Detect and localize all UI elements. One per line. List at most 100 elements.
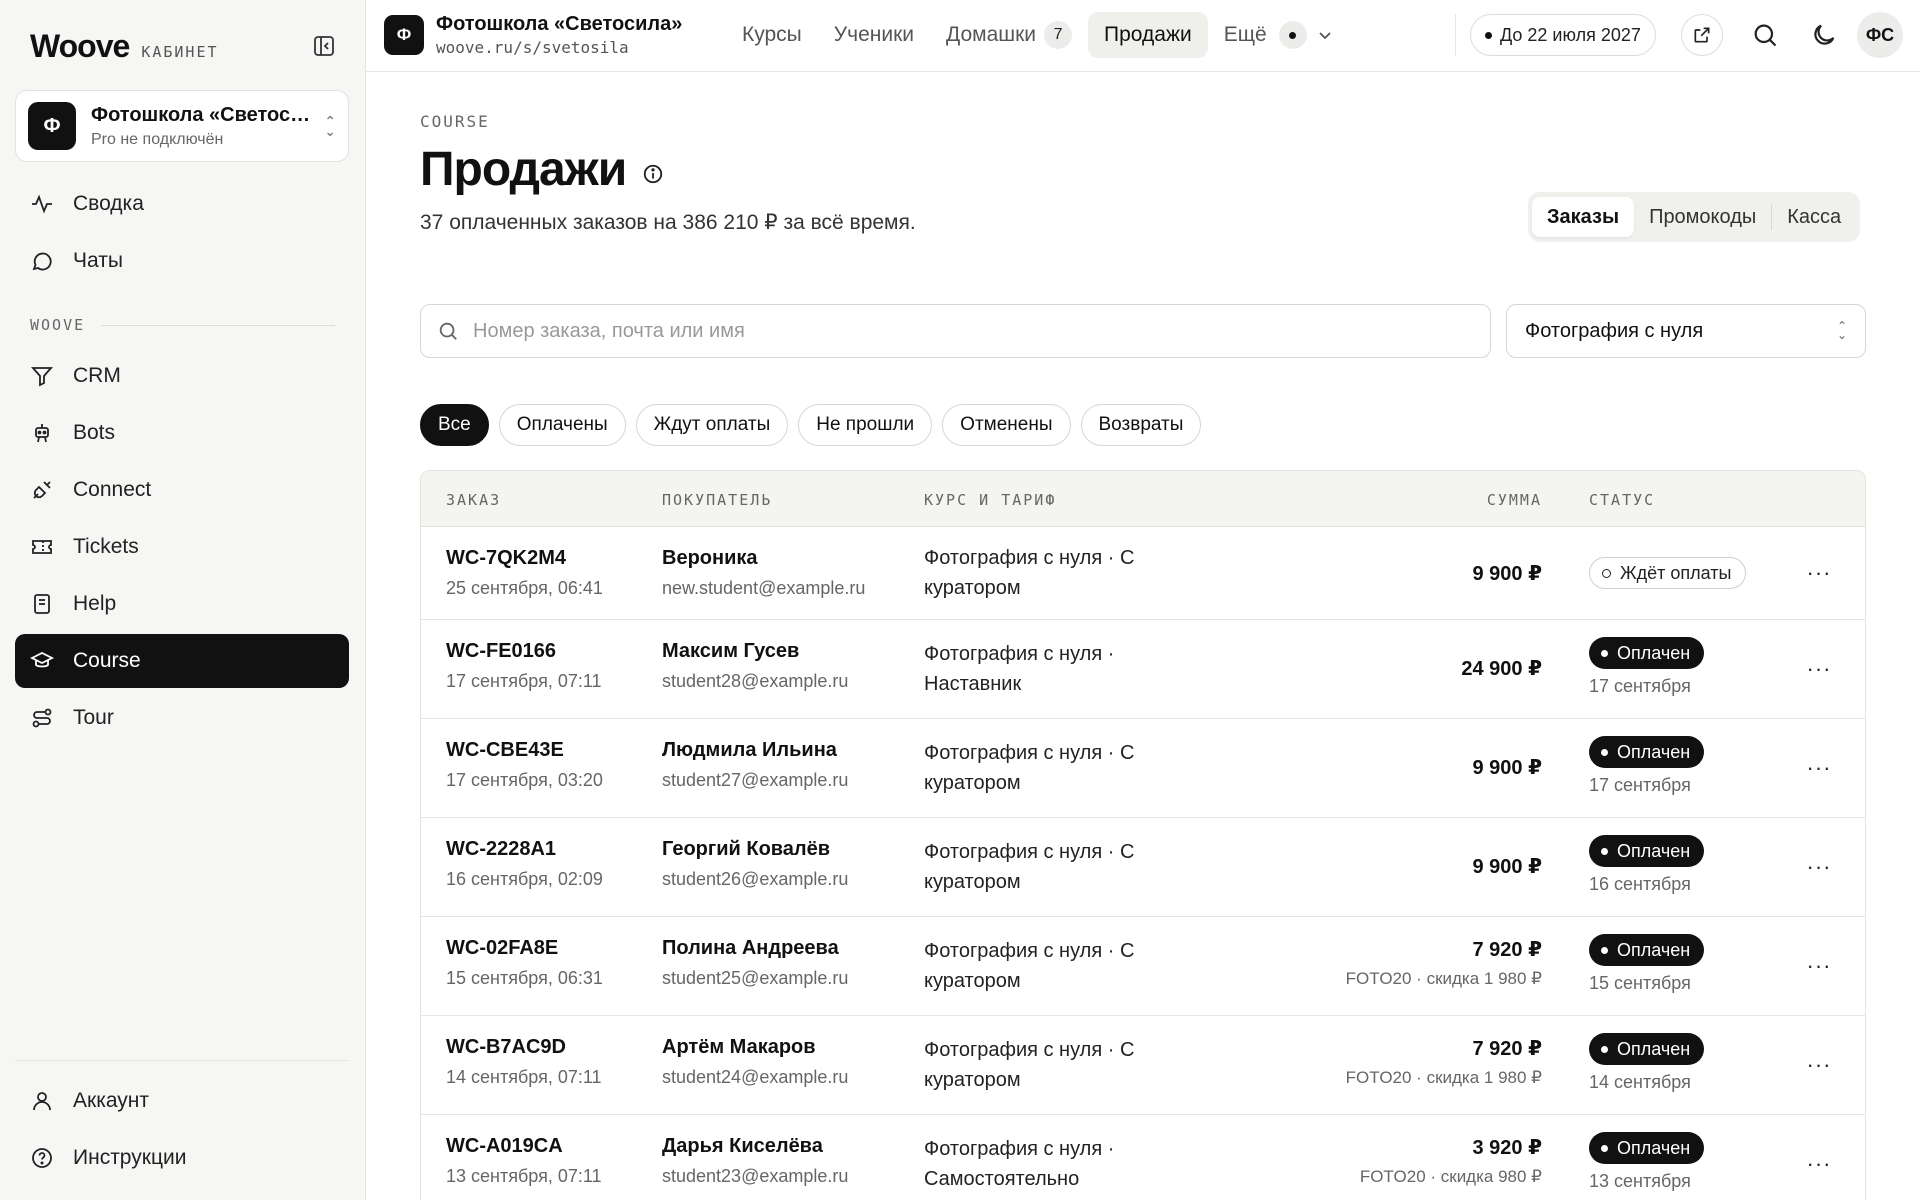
search-button[interactable] xyxy=(1751,21,1779,49)
top-nav-more[interactable]: Ещё xyxy=(1208,12,1349,58)
buyer-name: Людмила Ильина xyxy=(662,739,837,761)
chat-icon xyxy=(32,252,52,271)
table-row[interactable]: WC-2228A1 16 сентября, 02:09 Георгий Ков… xyxy=(421,818,1865,917)
sidebar-item-instructions[interactable]: Инструкции xyxy=(15,1131,349,1185)
promo-discount-note: FOTO20 · скидка 980 ₽ xyxy=(1359,1167,1542,1186)
theme-toggle-button[interactable] xyxy=(1810,21,1838,49)
help-circle-icon xyxy=(32,1148,52,1168)
tab-orders[interactable]: Заказы xyxy=(1532,197,1635,237)
order-date: 25 сентября, 06:41 xyxy=(446,578,603,598)
table-row[interactable]: WC-FE0166 17 сентября, 07:11 Максим Гусе… xyxy=(421,620,1865,719)
buyer-name: Полина Андреева xyxy=(662,937,839,959)
book-icon xyxy=(34,594,50,614)
chevron-up-down-icon: ⌃ ⌄ xyxy=(324,113,336,139)
topbar-separator xyxy=(1455,14,1456,56)
order-date: 15 сентября, 06:31 xyxy=(446,968,603,988)
table-row[interactable]: WC-02FA8E 15 сентября, 06:31 Полина Андр… xyxy=(421,917,1865,1016)
top-nav-students[interactable]: Ученики xyxy=(818,12,930,58)
sidebar-item-label: Аккаунт xyxy=(73,1089,150,1112)
order-date: 17 сентября, 03:20 xyxy=(446,770,603,790)
tab-cashbox[interactable]: Касса xyxy=(1772,197,1856,237)
course-tariff: Фотография с нуля · Самостоятельно xyxy=(924,1138,1115,1190)
column-header-status: СТАТУС xyxy=(1589,491,1656,509)
filter-awaiting[interactable]: Ждут оплаты xyxy=(635,404,789,446)
sidebar-item-bots[interactable]: Bots xyxy=(15,406,349,460)
buyer-name: Максим Гусев xyxy=(662,640,800,662)
route-icon xyxy=(32,708,52,728)
search-input[interactable] xyxy=(473,319,1473,343)
row-more-icon[interactable]: ··· xyxy=(1804,753,1834,783)
order-id[interactable]: WC-7QK2M4 xyxy=(446,547,566,570)
order-id[interactable]: WC-FE0166 xyxy=(446,640,556,663)
course-select[interactable]: Фотография с нуля ⌃ ⌄ xyxy=(1506,304,1866,358)
table-row[interactable]: WC-CBE43E 17 сентября, 03:20 Людмила Иль… xyxy=(421,719,1865,818)
row-more-icon[interactable]: ··· xyxy=(1804,654,1834,684)
row-more-icon[interactable]: ··· xyxy=(1804,852,1834,882)
status-badge: Оплачен xyxy=(1589,1132,1705,1164)
buyer-email: student27@example.ru xyxy=(662,770,849,790)
ticket-icon xyxy=(32,540,52,554)
buyer-email: student28@example.ru xyxy=(662,671,849,691)
school-logo[interactable]: Ф xyxy=(384,15,424,55)
status-date: 14 сентября xyxy=(1589,1072,1691,1092)
row-more-icon[interactable]: ··· xyxy=(1804,951,1834,981)
subscription-pill[interactable]: До 22 июля 2027 xyxy=(1470,14,1656,56)
sidebar-item-label: Connect xyxy=(73,478,152,501)
sidebar-item-tickets[interactable]: Tickets xyxy=(15,520,349,574)
order-date: 16 сентября, 02:09 xyxy=(446,869,603,889)
status-badge: Оплачен xyxy=(1589,1033,1705,1065)
school-switcher[interactable]: Ф Фотошкола «Светосила» Pro не подключён… xyxy=(15,90,349,162)
topbar: Ф Фотошкола «Светосила» woove.ru/s/sveto… xyxy=(366,0,1920,72)
sidebar-item-tour[interactable]: Tour xyxy=(15,691,349,745)
sidebar-item-course[interactable]: Course xyxy=(15,634,349,688)
order-sum: 9 900 ₽ xyxy=(1472,856,1542,878)
filter-refunds[interactable]: Возвраты xyxy=(1080,404,1202,446)
sidebar-collapse-icon[interactable] xyxy=(312,34,336,58)
external-link-icon xyxy=(1694,27,1710,43)
filter-cancelled[interactable]: Отменены xyxy=(942,404,1071,446)
order-date: 14 сентября, 07:11 xyxy=(446,1067,602,1087)
buyer-name: Артём Макаров xyxy=(662,1036,816,1058)
homework-count-badge: 7 xyxy=(1044,21,1073,49)
status-badge: Оплачен xyxy=(1589,736,1705,768)
row-more-icon[interactable]: ··· xyxy=(1804,1149,1834,1179)
status-badge: Оплачен xyxy=(1589,835,1705,867)
user-avatar[interactable]: ФС xyxy=(1857,12,1903,58)
sidebar-item-label: Tour xyxy=(73,706,114,729)
table-row[interactable]: WC-B7AC9D 14 сентября, 07:11 Артём Макар… xyxy=(421,1016,1865,1115)
sidebar-item-account[interactable]: Аккаунт xyxy=(15,1074,349,1128)
order-id[interactable]: WC-B7AC9D xyxy=(446,1036,566,1059)
buyer-email: student24@example.ru xyxy=(662,1067,849,1087)
tab-promocodes[interactable]: Промокоды xyxy=(1634,197,1771,237)
order-sum: 9 900 ₽ xyxy=(1472,563,1542,585)
sidebar-divider xyxy=(15,1060,349,1061)
row-more-icon[interactable]: ··· xyxy=(1804,1050,1834,1080)
course-tariff: Фотография с нуля · С куратором xyxy=(924,742,1135,794)
top-nav-label: Ученики xyxy=(833,23,914,46)
funnel-icon xyxy=(31,367,53,387)
filter-failed[interactable]: Не прошли xyxy=(798,404,933,446)
order-id[interactable]: WC-02FA8E xyxy=(446,937,558,960)
top-nav-homework[interactable]: Домашки 7 xyxy=(930,12,1088,58)
promo-discount-note: FOTO20 · скидка 1 980 ₽ xyxy=(1345,969,1542,988)
brand[interactable]: Woove КАБИНЕТ xyxy=(30,28,219,65)
table-row[interactable]: WC-7QK2M4 25 сентября, 06:41 Вероника ne… xyxy=(421,527,1865,620)
filter-all[interactable]: Все xyxy=(420,404,489,446)
top-nav-courses[interactable]: Курсы xyxy=(726,12,818,58)
sidebar-item-connect[interactable]: Connect xyxy=(15,463,349,517)
user-icon xyxy=(33,1092,51,1111)
open-external-button[interactable] xyxy=(1681,14,1723,56)
row-more-icon[interactable]: ··· xyxy=(1804,558,1834,588)
order-id[interactable]: WC-CBE43E xyxy=(446,739,564,762)
order-id[interactable]: WC-A019CA xyxy=(446,1135,563,1158)
table-row[interactable]: WC-A019CA 13 сентября, 07:11 Дарья Кисел… xyxy=(421,1115,1865,1200)
info-icon[interactable] xyxy=(642,163,664,185)
sidebar-item-summary[interactable]: Сводка xyxy=(15,177,349,231)
order-id[interactable]: WC-2228A1 xyxy=(446,838,556,861)
sidebar-item-chats[interactable]: Чаты xyxy=(15,234,349,288)
sidebar-item-help[interactable]: Help xyxy=(15,577,349,631)
sidebar-item-crm[interactable]: CRM xyxy=(15,349,349,403)
order-sum: 24 900 ₽ xyxy=(1461,658,1542,680)
top-nav-sales[interactable]: Продажи xyxy=(1088,12,1208,58)
filter-paid[interactable]: Оплачены xyxy=(498,404,626,446)
